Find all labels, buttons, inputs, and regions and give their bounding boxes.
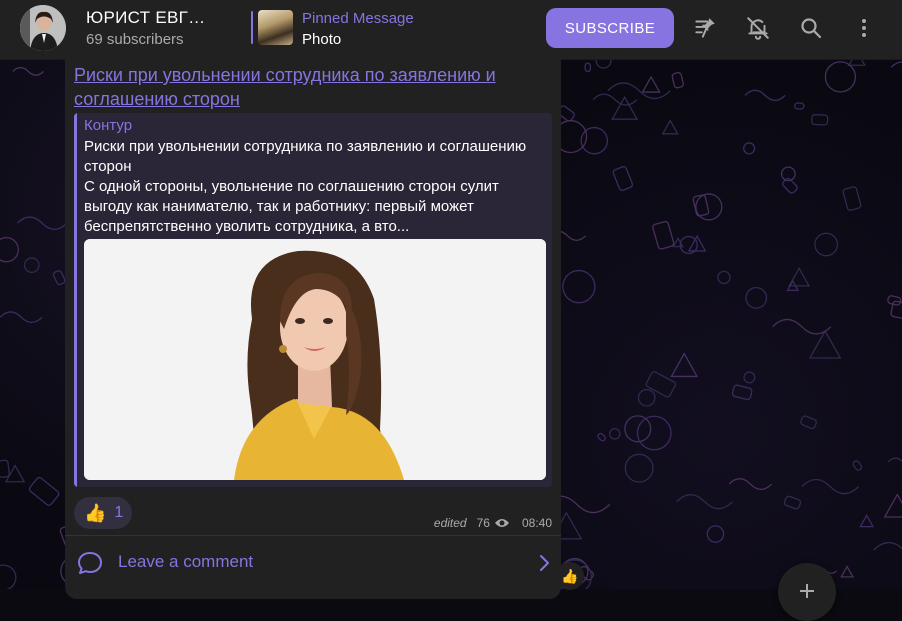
doodle-shape xyxy=(783,495,802,510)
message-bubble: Риски при увольнении сотрудника по заявл… xyxy=(65,59,561,599)
doodle-shape xyxy=(873,541,902,551)
doodle-shape xyxy=(624,453,654,483)
doodle-shape xyxy=(670,352,699,378)
doodle-shape xyxy=(608,428,621,440)
doodle-shape xyxy=(883,493,902,518)
doodle-shape xyxy=(842,186,862,211)
leave-comment-button[interactable]: Leave a comment xyxy=(65,536,561,588)
doodle-shape xyxy=(852,460,863,471)
reaction-emoji: 👍 xyxy=(561,567,579,584)
doodle-shape xyxy=(584,62,592,73)
post-link[interactable]: Риски при увольнении сотрудника по заявл… xyxy=(74,63,544,111)
pinned-message-text[interactable]: Photo xyxy=(302,31,341,48)
doodle-shape xyxy=(808,329,842,359)
doodle-shape xyxy=(887,457,902,463)
more-options-icon[interactable] xyxy=(850,14,878,42)
doodle-shape xyxy=(595,59,612,69)
message-time: 08:40 xyxy=(521,516,552,530)
doodle-shape xyxy=(801,478,860,495)
doodle-shape xyxy=(52,270,66,286)
doodle-shape xyxy=(592,93,638,106)
channel-title[interactable]: ЮРИСТ ЕВГ… xyxy=(86,8,205,28)
doodle-shape xyxy=(800,415,817,430)
doodle-shape xyxy=(695,193,723,221)
doodle-shape xyxy=(824,61,857,93)
doodle-shape xyxy=(745,286,768,309)
doodle-shape xyxy=(706,525,725,543)
doodle-shape xyxy=(671,72,684,89)
doodle-shape xyxy=(692,194,710,217)
doodle-shape xyxy=(672,236,684,248)
preview-title: Риски при увольнении сотрудника по заявл… xyxy=(84,138,527,175)
doodle-shape xyxy=(597,432,606,442)
doodle-shape xyxy=(23,257,40,274)
pinned-message-label[interactable]: Pinned Message xyxy=(302,10,414,27)
link-preview[interactable]: Контур Риски при увольнении сотрудника п… xyxy=(74,113,552,487)
pinned-indicator xyxy=(251,11,253,44)
doodle-shape xyxy=(0,311,43,324)
doodle-shape xyxy=(859,514,875,528)
doodle-shape xyxy=(676,494,734,510)
preview-site-name: Контур xyxy=(84,117,133,134)
pinned-thumbnail[interactable] xyxy=(258,10,293,45)
view-count: 76 xyxy=(476,516,490,530)
doodle-shape xyxy=(0,459,10,478)
doodle-shape xyxy=(743,142,756,155)
leave-comment-label: Leave a comment xyxy=(118,552,254,571)
doodle-shape xyxy=(0,237,19,263)
doodle-shape xyxy=(612,166,634,192)
edited-label: edited xyxy=(433,516,467,530)
doodle-shape xyxy=(16,216,68,231)
doodle-shape xyxy=(637,388,656,407)
doodle-shape xyxy=(744,89,786,102)
mute-notifications-icon[interactable] xyxy=(744,14,772,42)
preview-image[interactable] xyxy=(84,239,546,480)
doodle-shape xyxy=(607,82,671,100)
doodle-shape xyxy=(728,478,773,491)
subscriber-count: 69 subscribers xyxy=(86,31,184,48)
doodle-shape xyxy=(772,318,832,335)
doodle-shape xyxy=(28,476,60,506)
doodle-shape xyxy=(814,232,839,257)
doodle-shape xyxy=(840,565,855,578)
reaction-count: 1 xyxy=(114,504,124,521)
thumbs-up-icon: 👍 xyxy=(84,502,107,523)
doodle-shape xyxy=(636,415,672,451)
preview-accent-bar xyxy=(74,113,77,487)
channel-avatar[interactable] xyxy=(20,5,66,51)
plus-icon xyxy=(800,584,814,598)
doodle-shape xyxy=(717,270,731,285)
doodle-shape xyxy=(811,114,829,126)
doodle-shape xyxy=(890,61,902,68)
doodle-shape xyxy=(743,371,756,384)
doodle-shape xyxy=(793,102,805,110)
subscribe-button[interactable]: SUBSCRIBE xyxy=(546,8,674,48)
doodle-shape xyxy=(661,119,679,135)
chevron-right-icon xyxy=(540,555,549,571)
search-icon[interactable] xyxy=(797,14,825,42)
doodle-shape xyxy=(731,384,753,401)
message-meta: edited 76 08:40 xyxy=(434,516,552,530)
comment-icon xyxy=(78,552,102,574)
reaction-chip[interactable]: 👍 1 xyxy=(74,497,132,529)
unpin-icon[interactable] xyxy=(691,14,719,42)
doodle-shape xyxy=(887,295,902,306)
scroll-down-button[interactable] xyxy=(778,563,836,621)
doodle-shape xyxy=(562,269,596,304)
doodle-shape xyxy=(641,75,661,93)
doodle-shape xyxy=(12,66,45,76)
doodle-shape xyxy=(0,564,17,589)
preview-description: С одной стороны, увольнение по соглашени… xyxy=(84,178,499,235)
chat-header: ЮРИСТ ЕВГ… 69 subscribers Pinned Message… xyxy=(0,0,902,60)
eye-icon xyxy=(494,519,509,527)
doodle-shape xyxy=(652,220,675,250)
